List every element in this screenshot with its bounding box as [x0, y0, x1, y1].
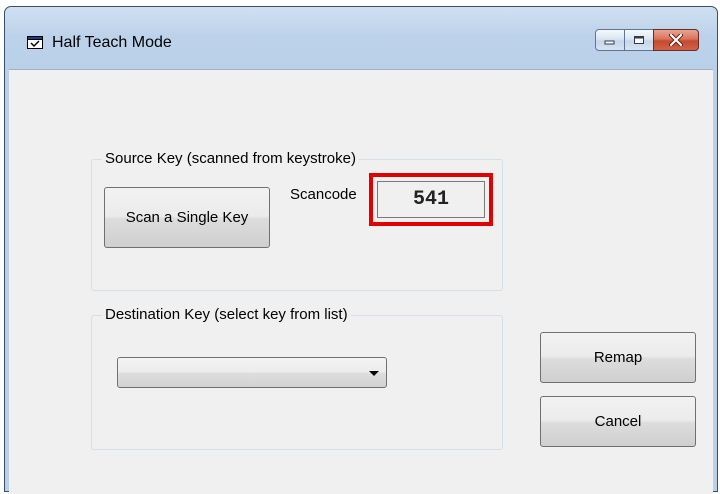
- chevron-down-icon: [369, 371, 379, 376]
- minimize-icon: [604, 40, 615, 45]
- scancode-value: 541: [377, 181, 485, 218]
- caption-buttons: [595, 29, 699, 53]
- title-bar[interactable]: Half Teach Mode: [5, 7, 717, 75]
- cancel-button[interactable]: Cancel: [540, 396, 696, 447]
- maximize-icon: [634, 36, 644, 44]
- maximize-button[interactable]: [624, 29, 654, 51]
- app-icon: [27, 36, 43, 49]
- window-title: Half Teach Mode: [52, 34, 172, 51]
- dialog-window: Half Teach Mode Source Key (scanned from…: [4, 6, 718, 494]
- close-icon: [669, 34, 683, 46]
- scancode-label: Scancode: [290, 186, 357, 203]
- remap-button[interactable]: Remap: [540, 332, 696, 383]
- minimize-button[interactable]: [595, 29, 625, 51]
- close-button[interactable]: [653, 29, 699, 51]
- dialog-client-area: Source Key (scanned from keystroke) Scan…: [9, 69, 713, 494]
- destination-key-dropdown[interactable]: [117, 357, 387, 388]
- scan-single-key-button[interactable]: Scan a Single Key: [104, 187, 270, 248]
- source-key-group-label: Source Key (scanned from keystroke): [102, 150, 359, 168]
- destination-key-group-label: Destination Key (select key from list): [102, 306, 351, 324]
